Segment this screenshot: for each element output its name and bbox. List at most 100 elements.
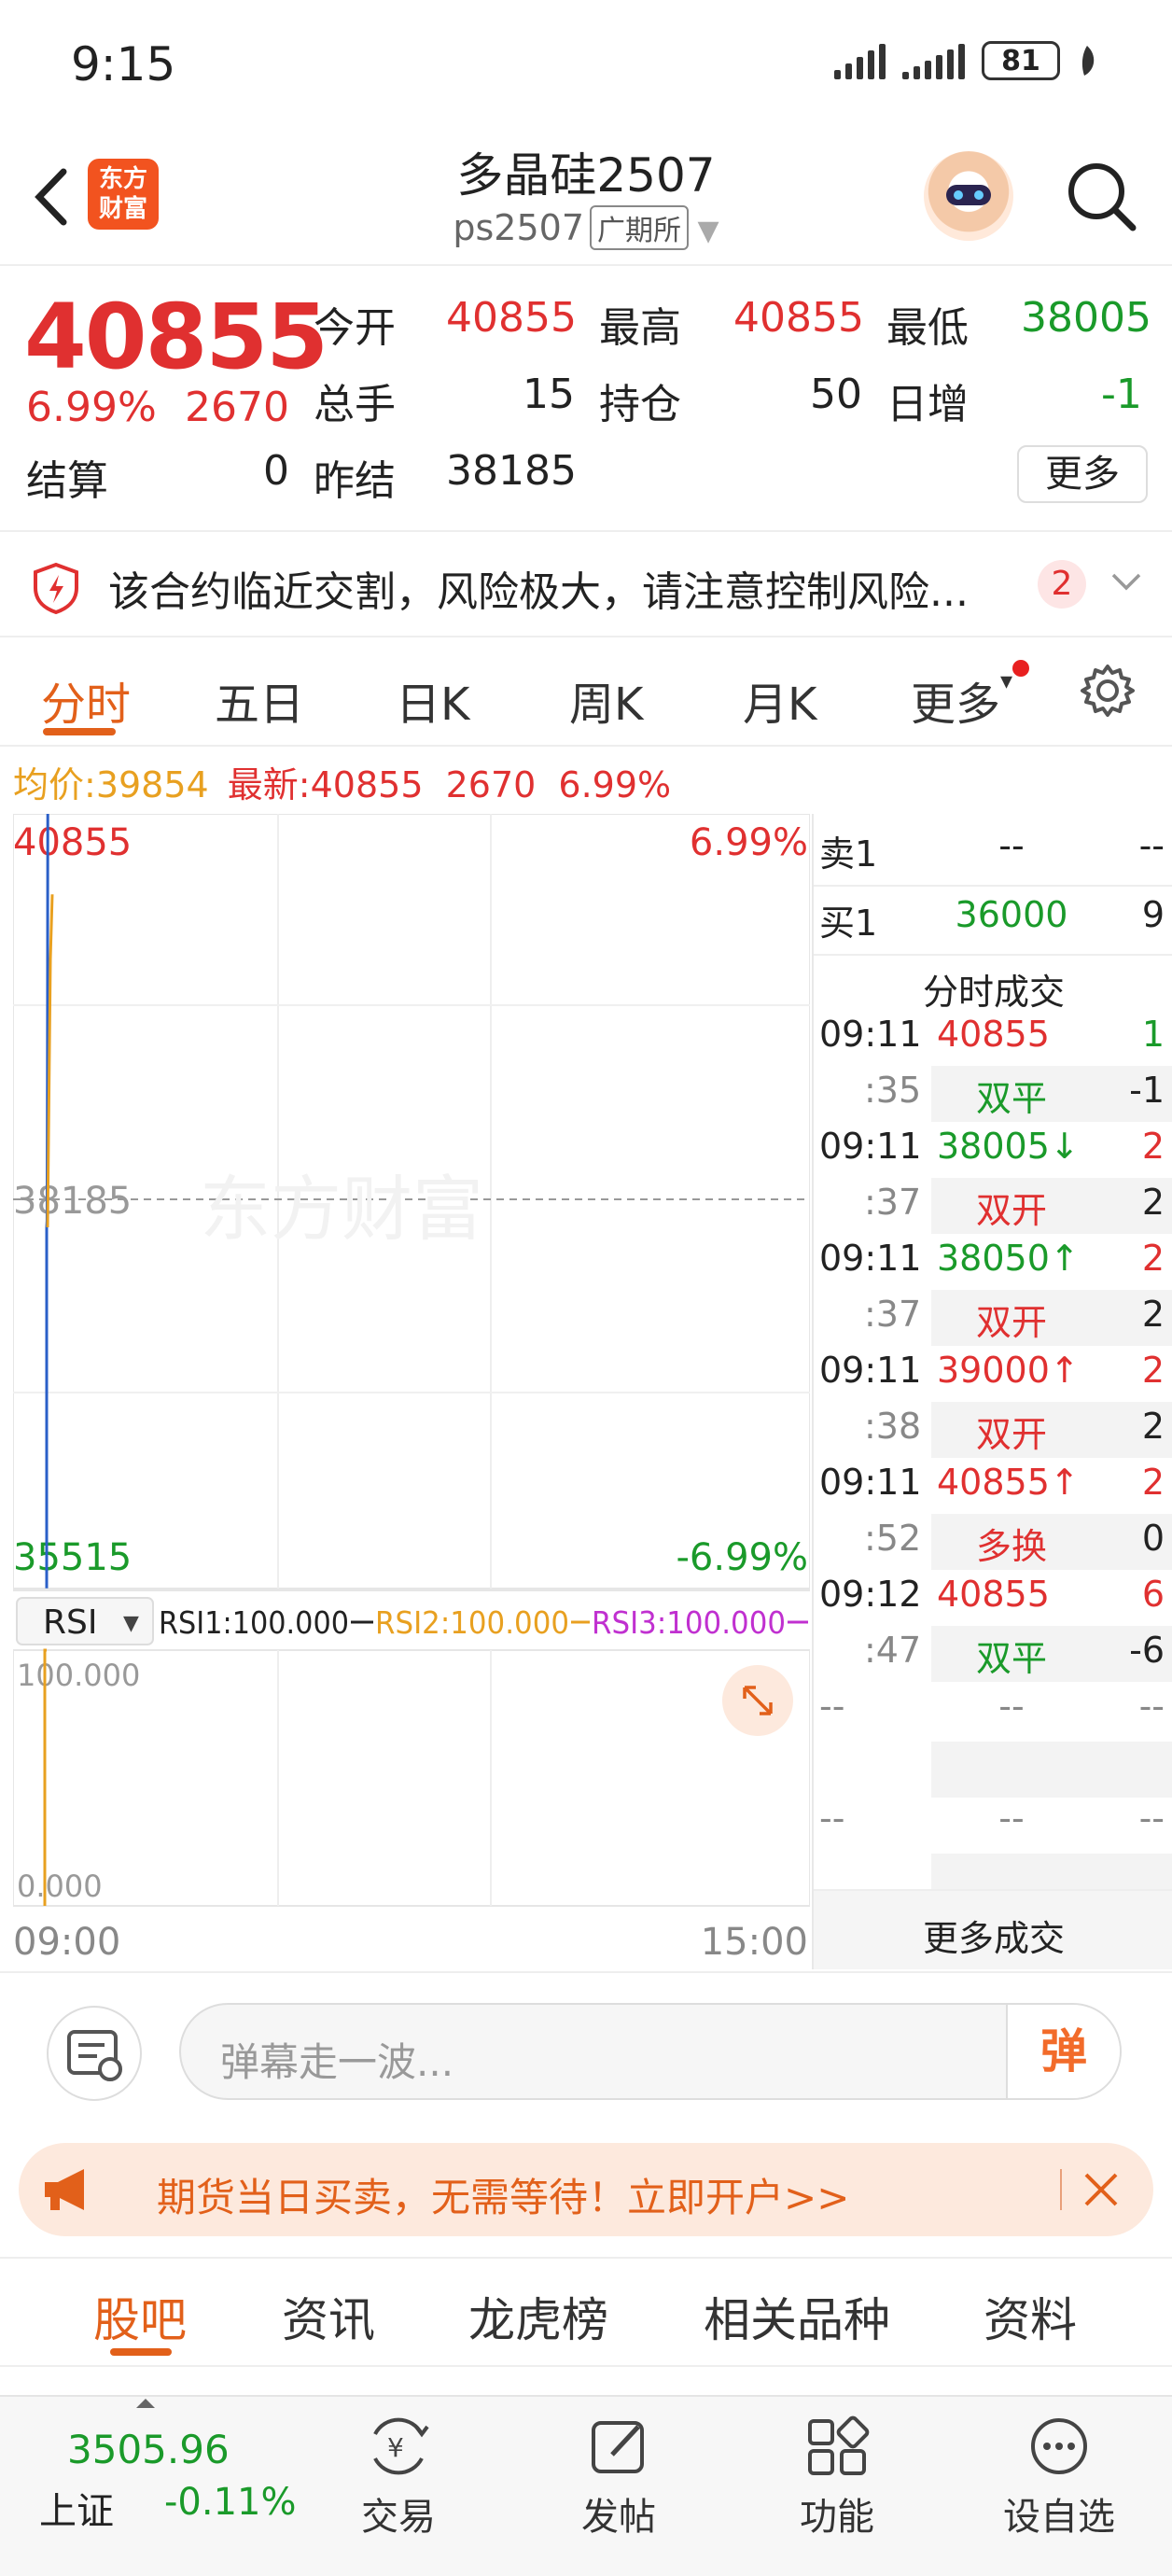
tab-five-day[interactable]: 五日 — [215, 667, 304, 733]
nav-trade-label: 交易 — [361, 2496, 436, 2539]
settle-value: 0 — [263, 447, 289, 495]
tab-week-k[interactable]: 周K — [569, 667, 643, 733]
close-icon[interactable] — [1082, 2171, 1120, 2208]
time-start-label: 09:00 — [13, 1921, 120, 1964]
latest-label: 最新: — [227, 764, 311, 805]
high-label: 最高 — [599, 304, 681, 352]
oi-value: 50 — [810, 371, 862, 418]
active-tab-indicator — [110, 2348, 172, 2356]
trade-row: 09:11 39000↑ 2 — [819, 1350, 1165, 1391]
edit-icon — [592, 2421, 644, 2473]
index-value[interactable]: 3505.96 — [67, 2427, 230, 2472]
oi-label: 持仓 — [599, 381, 681, 428]
promo-banner[interactable]: 期货当日买卖，无需等待！立即开户>> — [19, 2143, 1153, 2236]
trade-detail-row: :35 双平 -1 — [864, 1070, 1165, 1119]
danmaku-send-button[interactable]: 弹 — [1006, 2005, 1120, 2098]
trade-detail-row: :38 双开 2 — [864, 1406, 1165, 1455]
tab-profile[interactable]: 资料 — [984, 2283, 1077, 2350]
risk-notice[interactable]: 该合约临近交割，风险极大，请注意控制风险... 2 — [0, 530, 1172, 637]
period-tabs: 分时 五日 日K 周K 月K 更多▾ — [0, 639, 1172, 747]
battery-icon: 81 — [982, 41, 1060, 80]
active-tab-indicator — [43, 728, 116, 735]
tab-more[interactable]: 更多▾ — [911, 667, 1012, 733]
danmaku-settings-button[interactable] — [47, 2006, 142, 2101]
quote-panel: 40855 6.99% 2670 结算 0 今开 40855 最高 40855 … — [0, 268, 1172, 529]
latest-value: 40855 — [310, 764, 424, 805]
gear-icon[interactable] — [1079, 662, 1137, 720]
shield-icon — [34, 562, 78, 614]
trade-row: 09:11 38050↑ 2 — [819, 1238, 1165, 1279]
megaphone-icon — [45, 2169, 84, 2210]
search-icon[interactable] — [1064, 159, 1138, 233]
index-name: 上证 — [39, 2490, 114, 2533]
trade-type-bg — [931, 1742, 1172, 1798]
tab-month-k[interactable]: 月K — [743, 667, 816, 733]
trade-detail-row: :37 双开 2 — [864, 1294, 1165, 1343]
rsi1-label: RSI1:100.000 — [159, 1604, 349, 1641]
header: 东方 财富 多晶硅2507 ps2507 广期所 ▼ — [0, 131, 1172, 266]
nav-functions[interactable]: 功能 — [767, 2414, 907, 2541]
exchange-badge: 广期所 — [590, 205, 690, 250]
change-value: 2670 — [185, 384, 289, 431]
rsi-top-label: 100.000 — [17, 1658, 140, 1693]
settle-label: 结算 — [26, 457, 108, 505]
tab-related[interactable]: 相关品种 — [704, 2283, 890, 2350]
tab-intraday[interactable]: 分时 — [41, 667, 131, 733]
last-price: 40855 — [24, 285, 328, 389]
trade-detail-row: :52 多换 0 — [864, 1518, 1165, 1567]
banner-text: 期货当日买卖，无需等待！立即开户>> — [157, 2175, 850, 2220]
trade-detail-row: :47 双平 -6 — [864, 1630, 1165, 1679]
assistant-avatar[interactable] — [924, 151, 1013, 241]
notice-text: 该合约临近交割，风险极大，请注意控制风险... — [108, 568, 969, 616]
intraday-chart[interactable]: 东方财富 40855 6.99% 38185 35515 -6.99% RSI … — [12, 812, 811, 1971]
trade-row-empty: -- -- -- — [819, 1798, 1165, 1839]
svg-text:¥: ¥ — [387, 2432, 404, 2463]
nav-add-watchlist[interactable]: 设自选 — [989, 2414, 1129, 2541]
volume-label: 总手 — [314, 381, 396, 428]
lower-pct-label: -6.99% — [676, 1536, 808, 1579]
intraday-info-line: 均价:39854 最新:40855 2670 6.99% — [13, 756, 671, 807]
volume-value: 15 — [523, 371, 575, 418]
chevron-down-icon[interactable] — [1110, 571, 1142, 594]
caret-up-icon — [136, 2399, 155, 2408]
danmaku-bar: 弹幕走一波... 弹 — [0, 1971, 1172, 2125]
low-value: 38005 — [1021, 294, 1151, 342]
trade-row: 09:12 40855 6 — [819, 1574, 1165, 1615]
tab-news[interactable]: 资讯 — [282, 2283, 375, 2350]
danmaku-input[interactable]: 弹幕走一波... 弹 — [179, 2003, 1122, 2100]
tab-forum[interactable]: 股吧 — [93, 2283, 187, 2350]
notice-count-badge: 2 — [1038, 560, 1086, 609]
prev-settle-label: 昨结 — [314, 457, 396, 505]
tab-day-k[interactable]: 日K — [396, 667, 469, 733]
caret-down-icon: ▼ — [123, 1612, 139, 1635]
nav-add-watchlist-label: 设自选 — [1003, 2496, 1115, 2539]
open-value: 40855 — [446, 294, 577, 342]
more-quote-button[interactable]: 更多 — [1017, 445, 1148, 503]
trades-title: 分时成交 — [922, 972, 1065, 1013]
index-change: -0.11% — [164, 2481, 297, 2524]
signal-icon — [834, 42, 886, 79]
change-pct: 6.99% — [26, 384, 157, 431]
ask-row: 卖1 -- -- — [814, 825, 1172, 887]
more-trades-button[interactable]: 更多成交 — [814, 1889, 1172, 1969]
high-value: 40855 — [733, 294, 864, 342]
nav-post[interactable]: 发帖 — [549, 2414, 689, 2541]
rsi2-label: RSI2:100.000 — [375, 1604, 569, 1641]
notification-dot — [1012, 660, 1029, 677]
signal-icon-2 — [902, 42, 965, 79]
rsi-bottom-label: 0.000 — [17, 1869, 103, 1904]
trade-row: 09:11 40855↑ 2 — [819, 1462, 1165, 1503]
bottom-nav: 3505.96 上证 -0.11% ¥ 交易 发帖 功能 设自选 — [0, 2395, 1172, 2576]
indicator-name: RSI — [43, 1603, 97, 1642]
low-label: 最低 — [886, 304, 969, 352]
tab-dragon-tiger[interactable]: 龙虎榜 — [468, 2283, 608, 2350]
trade-row-empty: -- -- -- — [819, 1686, 1165, 1727]
content-tabs: 股吧 资讯 龙虎榜 相关品种 资料 — [0, 2257, 1172, 2367]
rsi3-label: RSI3:100.000 — [592, 1604, 786, 1641]
upper-pct-label: 6.99% — [690, 821, 808, 864]
upper-price-label: 40855 — [13, 821, 132, 864]
nav-post-label: 发帖 — [581, 2496, 656, 2539]
trade-icon: ¥ — [373, 2417, 429, 2475]
nav-trade[interactable]: ¥ 交易 — [328, 2414, 468, 2541]
avg-label: 均价: — [13, 764, 96, 805]
